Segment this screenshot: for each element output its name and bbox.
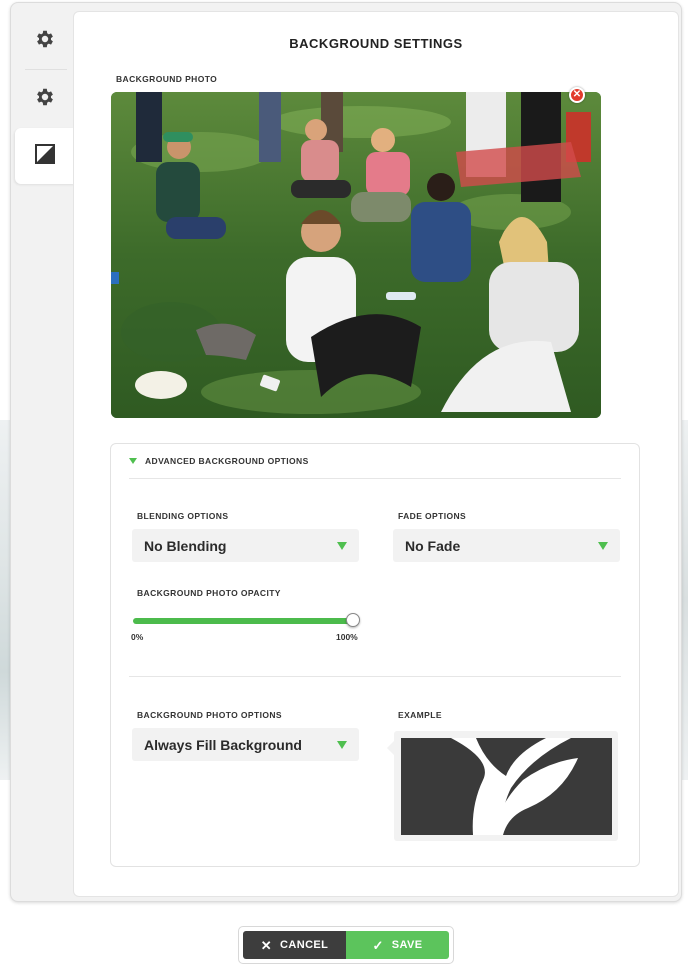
- blending-select[interactable]: No Blending: [132, 529, 359, 562]
- cancel-button-label: CANCEL: [280, 939, 329, 951]
- opacity-max-label: 100%: [336, 632, 358, 642]
- cancel-button[interactable]: ✕ CANCEL: [243, 931, 346, 959]
- triangle-down-icon: [129, 458, 137, 464]
- opacity-min-label: 0%: [131, 632, 144, 642]
- background-photo-preview[interactable]: [111, 92, 601, 418]
- example-preview: [387, 731, 618, 841]
- dropdown-arrow-icon: [337, 541, 347, 550]
- fade-select[interactable]: No Fade: [393, 529, 620, 562]
- fade-options-label: FADE OPTIONS: [398, 511, 467, 521]
- save-button[interactable]: ✓ SAVE: [346, 931, 449, 959]
- close-icon: ✕: [260, 937, 273, 953]
- blending-options-label: BLENDING OPTIONS: [137, 511, 229, 521]
- tab-rail: [11, 3, 75, 901]
- gear-icon: [34, 28, 56, 55]
- example-image: [401, 738, 612, 835]
- fade-select-value: No Fade: [405, 537, 461, 554]
- tab-divider: [25, 69, 67, 70]
- checkmark-icon: ✓: [372, 937, 384, 953]
- action-bar: ✕ CANCEL ✓ SAVE: [238, 926, 454, 964]
- advanced-options-toggle[interactable]: ADVANCED BACKGROUND OPTIONS: [129, 456, 309, 466]
- background-photo-label: BACKGROUND PHOTO: [116, 74, 218, 84]
- leaf-logo-icon: [451, 738, 578, 835]
- advanced-options-header: ADVANCED BACKGROUND OPTIONS: [145, 456, 309, 466]
- example-pointer: [387, 741, 394, 755]
- divider: [129, 676, 621, 677]
- close-icon: ✕: [572, 89, 582, 100]
- contrast-icon: [34, 143, 56, 170]
- opacity-slider[interactable]: [133, 613, 360, 627]
- blending-select-value: No Blending: [144, 537, 227, 554]
- opacity-slider-handle[interactable]: [346, 613, 360, 627]
- dropdown-arrow-icon: [337, 740, 347, 749]
- tab-background-settings[interactable]: [15, 128, 75, 184]
- page-title: BACKGROUND SETTINGS: [289, 36, 463, 51]
- tab-advanced-settings[interactable]: [15, 71, 75, 127]
- advanced-options-panel: ADVANCED BACKGROUND OPTIONS BLENDING OPT…: [110, 443, 640, 867]
- photo-options-label: BACKGROUND PHOTO OPTIONS: [137, 710, 282, 720]
- example-label: EXAMPLE: [398, 710, 442, 720]
- photo-options-select-value: Always Fill Background: [144, 736, 302, 753]
- remove-photo-button[interactable]: ✕: [569, 87, 585, 103]
- opacity-label: BACKGROUND PHOTO OPACITY: [137, 588, 281, 598]
- photo-options-select[interactable]: Always Fill Background: [132, 728, 359, 761]
- gear-icon: [34, 86, 56, 113]
- tab-general-settings[interactable]: [15, 13, 75, 69]
- divider: [129, 478, 621, 479]
- dropdown-arrow-icon: [598, 541, 608, 550]
- save-button-label: SAVE: [391, 939, 423, 951]
